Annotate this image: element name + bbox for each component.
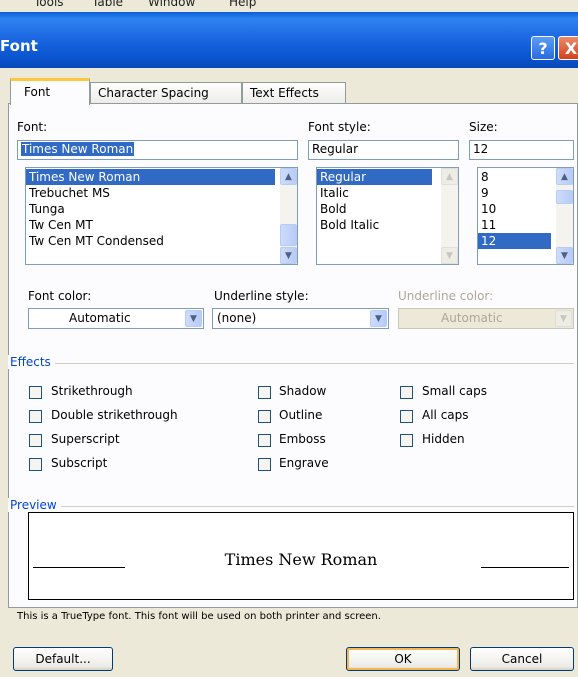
preview-baseline-right [481, 567, 569, 568]
strikethrough-checkbox[interactable] [29, 386, 42, 399]
double-strikethrough-checkbox[interactable] [29, 410, 42, 423]
small-caps-label: Small caps [422, 384, 487, 398]
close-icon: X [564, 39, 578, 58]
menu-window[interactable]: Window [148, 0, 195, 9]
close-button[interactable]: X [558, 36, 578, 60]
hidden-checkbox[interactable] [400, 434, 413, 447]
style-list-scrollbar: ▲ ▼ [441, 168, 458, 264]
underline-style-label: Underline style: [214, 289, 309, 303]
scroll-down-icon[interactable]: ▼ [280, 247, 297, 264]
engrave-label: Engrave [279, 456, 329, 470]
scroll-up-icon: ▲ [441, 168, 458, 185]
emboss-label: Emboss [279, 432, 326, 446]
font-list-item[interactable]: Times New Roman [26, 169, 275, 185]
preview-divider [17, 506, 574, 507]
effects-group-title: Effects [8, 355, 55, 369]
size-value: 12 [473, 142, 489, 156]
chevron-down-icon: ▼ [555, 310, 572, 327]
outline-label: Outline [279, 408, 323, 422]
help-button[interactable]: ? [531, 36, 555, 60]
underline-style-select[interactable]: (none) ▼ [212, 308, 389, 329]
help-icon: ? [538, 39, 548, 58]
size-list-scrollbar[interactable]: ▲ ▼ [556, 168, 573, 264]
double-strikethrough-label: Double strikethrough [51, 408, 178, 422]
font-list-item[interactable]: Tunga [26, 201, 297, 217]
font-list-item[interactable]: Trebuchet MS [26, 185, 297, 201]
font-list-scrollbar[interactable]: ▲ ▼ [280, 168, 297, 264]
size-list[interactable]: 8 9 10 11 12 ▲ ▼ [477, 167, 574, 265]
ok-button[interactable]: OK [346, 647, 460, 671]
font-style-list[interactable]: Regular Italic Bold Bold Italic ▲ ▼ [316, 167, 459, 265]
style-list-item[interactable]: Italic [317, 185, 458, 201]
font-list-item[interactable]: Tw Cen MT Condensed [26, 233, 297, 249]
size-list-item[interactable]: 12 [478, 233, 551, 249]
scroll-up-icon[interactable]: ▲ [556, 168, 573, 185]
hidden-label: Hidden [422, 432, 465, 446]
engrave-checkbox[interactable] [258, 458, 271, 471]
font-label: Font: [17, 120, 48, 134]
cancel-button-label: Cancel [501, 652, 543, 666]
menu-bar: Tools Table Window Help [0, 0, 578, 12]
title-bar: Font ? X [0, 12, 578, 68]
superscript-label: Superscript [51, 432, 120, 446]
font-name-input[interactable]: Times New Roman [17, 140, 298, 160]
tab-character-spacing[interactable]: Character Spacing [90, 82, 242, 104]
dialog-title: Font [0, 37, 38, 55]
effects-divider [17, 363, 574, 364]
chevron-down-icon[interactable]: ▼ [185, 310, 202, 327]
scroll-thumb[interactable] [280, 224, 297, 246]
font-color-value: Automatic [69, 311, 131, 325]
tab-text-effects-label: Text Effects [250, 86, 319, 100]
small-caps-checkbox[interactable] [400, 386, 413, 399]
tab-font-label: Font [24, 85, 51, 99]
font-style-value: Regular [312, 142, 359, 156]
all-caps-label: All caps [422, 408, 469, 422]
all-caps-checkbox[interactable] [400, 410, 413, 423]
underline-color-value: Automatic [441, 311, 503, 325]
subscript-checkbox[interactable] [29, 458, 42, 471]
font-color-select[interactable]: Automatic ▼ [28, 308, 204, 329]
font-list-item[interactable]: Tw Cen MT [26, 217, 297, 233]
default-button[interactable]: Default... [13, 647, 113, 671]
scroll-down-icon: ▼ [441, 247, 458, 264]
font-name-list[interactable]: Times New Roman Trebuchet MS Tunga Tw Ce… [25, 167, 298, 265]
tab-font[interactable]: Font [10, 78, 90, 105]
tab-text-effects[interactable]: Text Effects [242, 82, 346, 104]
font-style-input[interactable]: Regular [308, 140, 459, 160]
superscript-checkbox[interactable] [29, 434, 42, 447]
subscript-label: Subscript [51, 456, 108, 470]
cancel-button[interactable]: Cancel [470, 647, 574, 671]
tab-character-spacing-label: Character Spacing [98, 86, 209, 100]
strikethrough-label: Strikethrough [51, 384, 133, 398]
underline-color-select: Automatic ▼ [398, 308, 574, 329]
scroll-up-icon[interactable]: ▲ [280, 168, 297, 185]
emboss-checkbox[interactable] [258, 434, 271, 447]
preview-box: Times New Roman [28, 512, 574, 600]
underline-color-label: Underline color: [398, 289, 494, 303]
ok-button-label: OK [394, 652, 412, 666]
scroll-down-icon[interactable]: ▼ [556, 247, 573, 264]
size-input[interactable]: 12 [469, 140, 574, 160]
style-list-item[interactable]: Bold [317, 201, 458, 217]
shadow-label: Shadow [279, 384, 327, 398]
shadow-checkbox[interactable] [258, 386, 271, 399]
scroll-thumb[interactable] [556, 190, 573, 204]
underline-style-value: (none) [217, 311, 257, 325]
menu-help[interactable]: Help [229, 0, 256, 9]
size-label: Size: [469, 120, 498, 134]
outline-checkbox[interactable] [258, 410, 271, 423]
font-name-value: Times New Roman [21, 142, 135, 156]
style-list-item[interactable]: Bold Italic [317, 217, 458, 233]
style-list-item[interactable]: Regular [317, 169, 432, 185]
font-color-label: Font color: [28, 289, 92, 303]
truetype-note: This is a TrueType font. This font will … [17, 611, 381, 622]
menu-tools[interactable]: Tools [34, 0, 64, 9]
default-button-label: Default... [35, 652, 91, 666]
preview-group-title: Preview [8, 498, 61, 512]
menu-table[interactable]: Table [92, 0, 123, 9]
font-style-label: Font style: [308, 120, 371, 134]
chevron-down-icon[interactable]: ▼ [370, 310, 387, 327]
